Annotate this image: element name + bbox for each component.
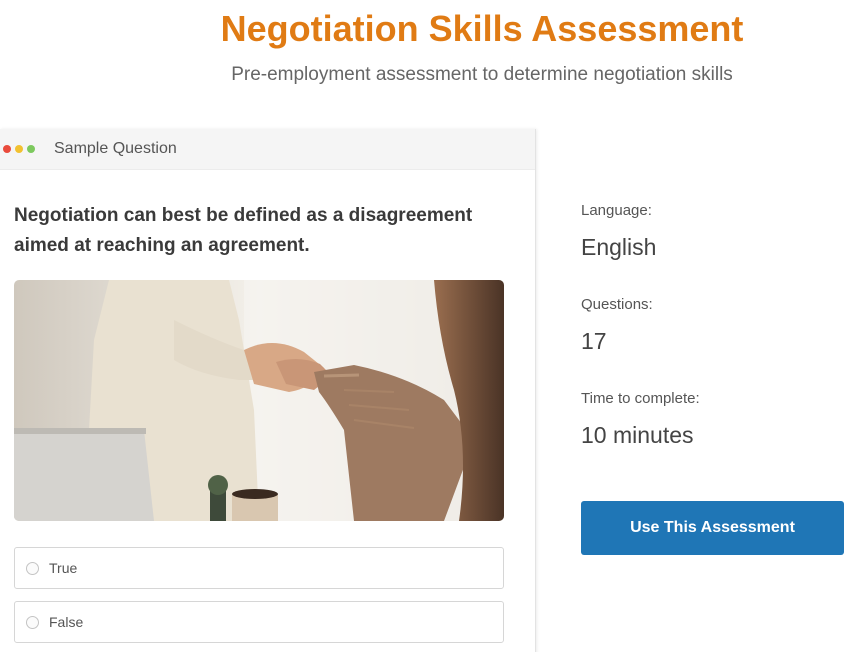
time-label: Time to complete: (581, 390, 700, 407)
handshake-photo (14, 280, 504, 521)
radio-button[interactable] (26, 615, 39, 629)
page-title: Negotiation Skills Assessment (220, 8, 744, 49)
questions-label: Questions: (581, 296, 653, 313)
use-assessment-button[interactable]: Use This Assessment (581, 501, 844, 555)
page-subtitle: Pre-employment assessment to determine n… (231, 64, 733, 85)
option-label: False (49, 614, 84, 630)
option-false[interactable]: False (14, 601, 504, 643)
assessment-page: Negotiation Skills Assessment Pre-employ… (0, 0, 851, 652)
language-label: Language: (581, 202, 652, 219)
sample-question-card: Sample Question Negotiation can best be … (0, 129, 536, 652)
red-dot-icon (3, 145, 11, 153)
question-text: Negotiation can best be defined as a dis… (14, 205, 473, 256)
language-value: English (581, 234, 657, 260)
green-dot-icon (27, 145, 35, 153)
questions-value: 17 (581, 328, 607, 354)
time-value: 10 minutes (581, 422, 694, 448)
card-title: Sample Question (54, 140, 177, 157)
radio-button[interactable] (26, 561, 39, 575)
option-label: True (49, 560, 78, 576)
yellow-dot-icon (15, 145, 23, 153)
option-true[interactable]: True (14, 547, 504, 589)
window-dots (3, 145, 35, 153)
card-header: Sample Question (0, 129, 535, 170)
